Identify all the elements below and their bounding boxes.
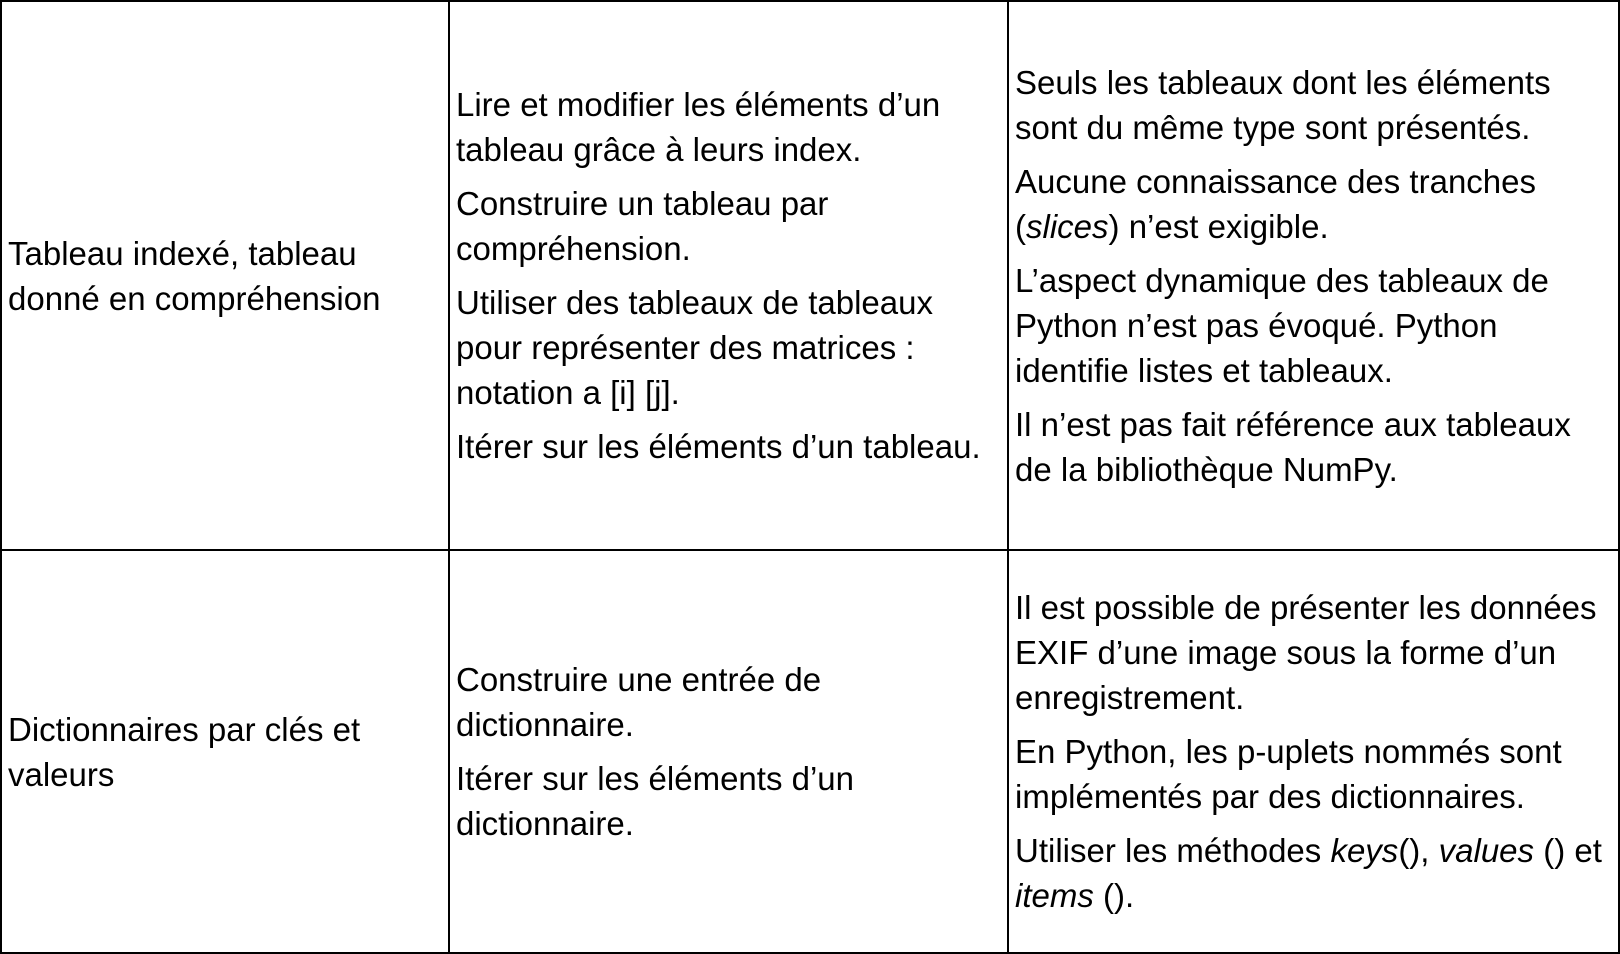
comment-text: () et bbox=[1534, 832, 1602, 869]
curriculum-table: Tableau indexé, tableau donné en compréh… bbox=[0, 0, 1620, 954]
comment-text: Utiliser les méthodes bbox=[1015, 832, 1331, 869]
comment-item: L’aspect dynamique des tableaux de Pytho… bbox=[1015, 261, 1549, 389]
skill-item: Itérer sur les éléments d’un dictionnair… bbox=[456, 760, 855, 842]
comment-italic-term: items bbox=[1015, 877, 1094, 914]
comment-italic-term: keys bbox=[1330, 832, 1399, 869]
comment-italic-term: values bbox=[1438, 832, 1535, 869]
skill-item: Itérer sur les éléments d’un tableau. bbox=[456, 428, 981, 465]
skill-item: Construire une entrée de dictionnaire. bbox=[456, 661, 822, 743]
comment-text: (), bbox=[1398, 832, 1439, 869]
comment-italic-term: slices bbox=[1026, 207, 1109, 245]
table-row: Dictionnaires par clés et valeurs Constr… bbox=[0, 549, 1620, 954]
skills-cell: Lire et modifier les éléments d’un table… bbox=[448, 0, 1009, 551]
comment-text: (). bbox=[1093, 877, 1135, 914]
topic-text: Tableau indexé, tableau donné en compréh… bbox=[8, 234, 381, 317]
comment-text: ) n’est exigible. bbox=[1108, 207, 1329, 245]
skills-cell: Construire une entrée de dictionnaire. I… bbox=[448, 549, 1009, 954]
comments-cell: Il est possible de présenter les données… bbox=[1007, 549, 1620, 954]
comments-cell: Seuls les tableaux dont les éléments son… bbox=[1007, 0, 1620, 551]
skill-item: Lire et modifier les éléments d’un table… bbox=[456, 86, 941, 168]
comment-item: Seuls les tableaux dont les éléments son… bbox=[1015, 63, 1551, 146]
comment-item: Il est possible de présenter les données… bbox=[1015, 589, 1597, 716]
comment-item: En Python, les p-uplets nommés sont impl… bbox=[1015, 733, 1562, 815]
comment-item: Aucune connaissance des tranches (slices… bbox=[1015, 159, 1612, 249]
topic-cell: Tableau indexé, tableau donné en compréh… bbox=[0, 0, 450, 551]
topic-cell: Dictionnaires par clés et valeurs bbox=[0, 549, 450, 954]
skill-item: Construire un tableau par compréhension. bbox=[456, 185, 829, 267]
topic-text: Dictionnaires par clés et valeurs bbox=[8, 710, 361, 793]
skill-item: Utiliser des tableaux de tableaux pour r… bbox=[456, 284, 933, 411]
comment-item: Il n’est pas fait référence aux tableaux… bbox=[1015, 405, 1571, 488]
comment-item: Utiliser les méthodes keys(), values () … bbox=[1015, 828, 1612, 918]
table-row: Tableau indexé, tableau donné en compréh… bbox=[0, 0, 1620, 551]
